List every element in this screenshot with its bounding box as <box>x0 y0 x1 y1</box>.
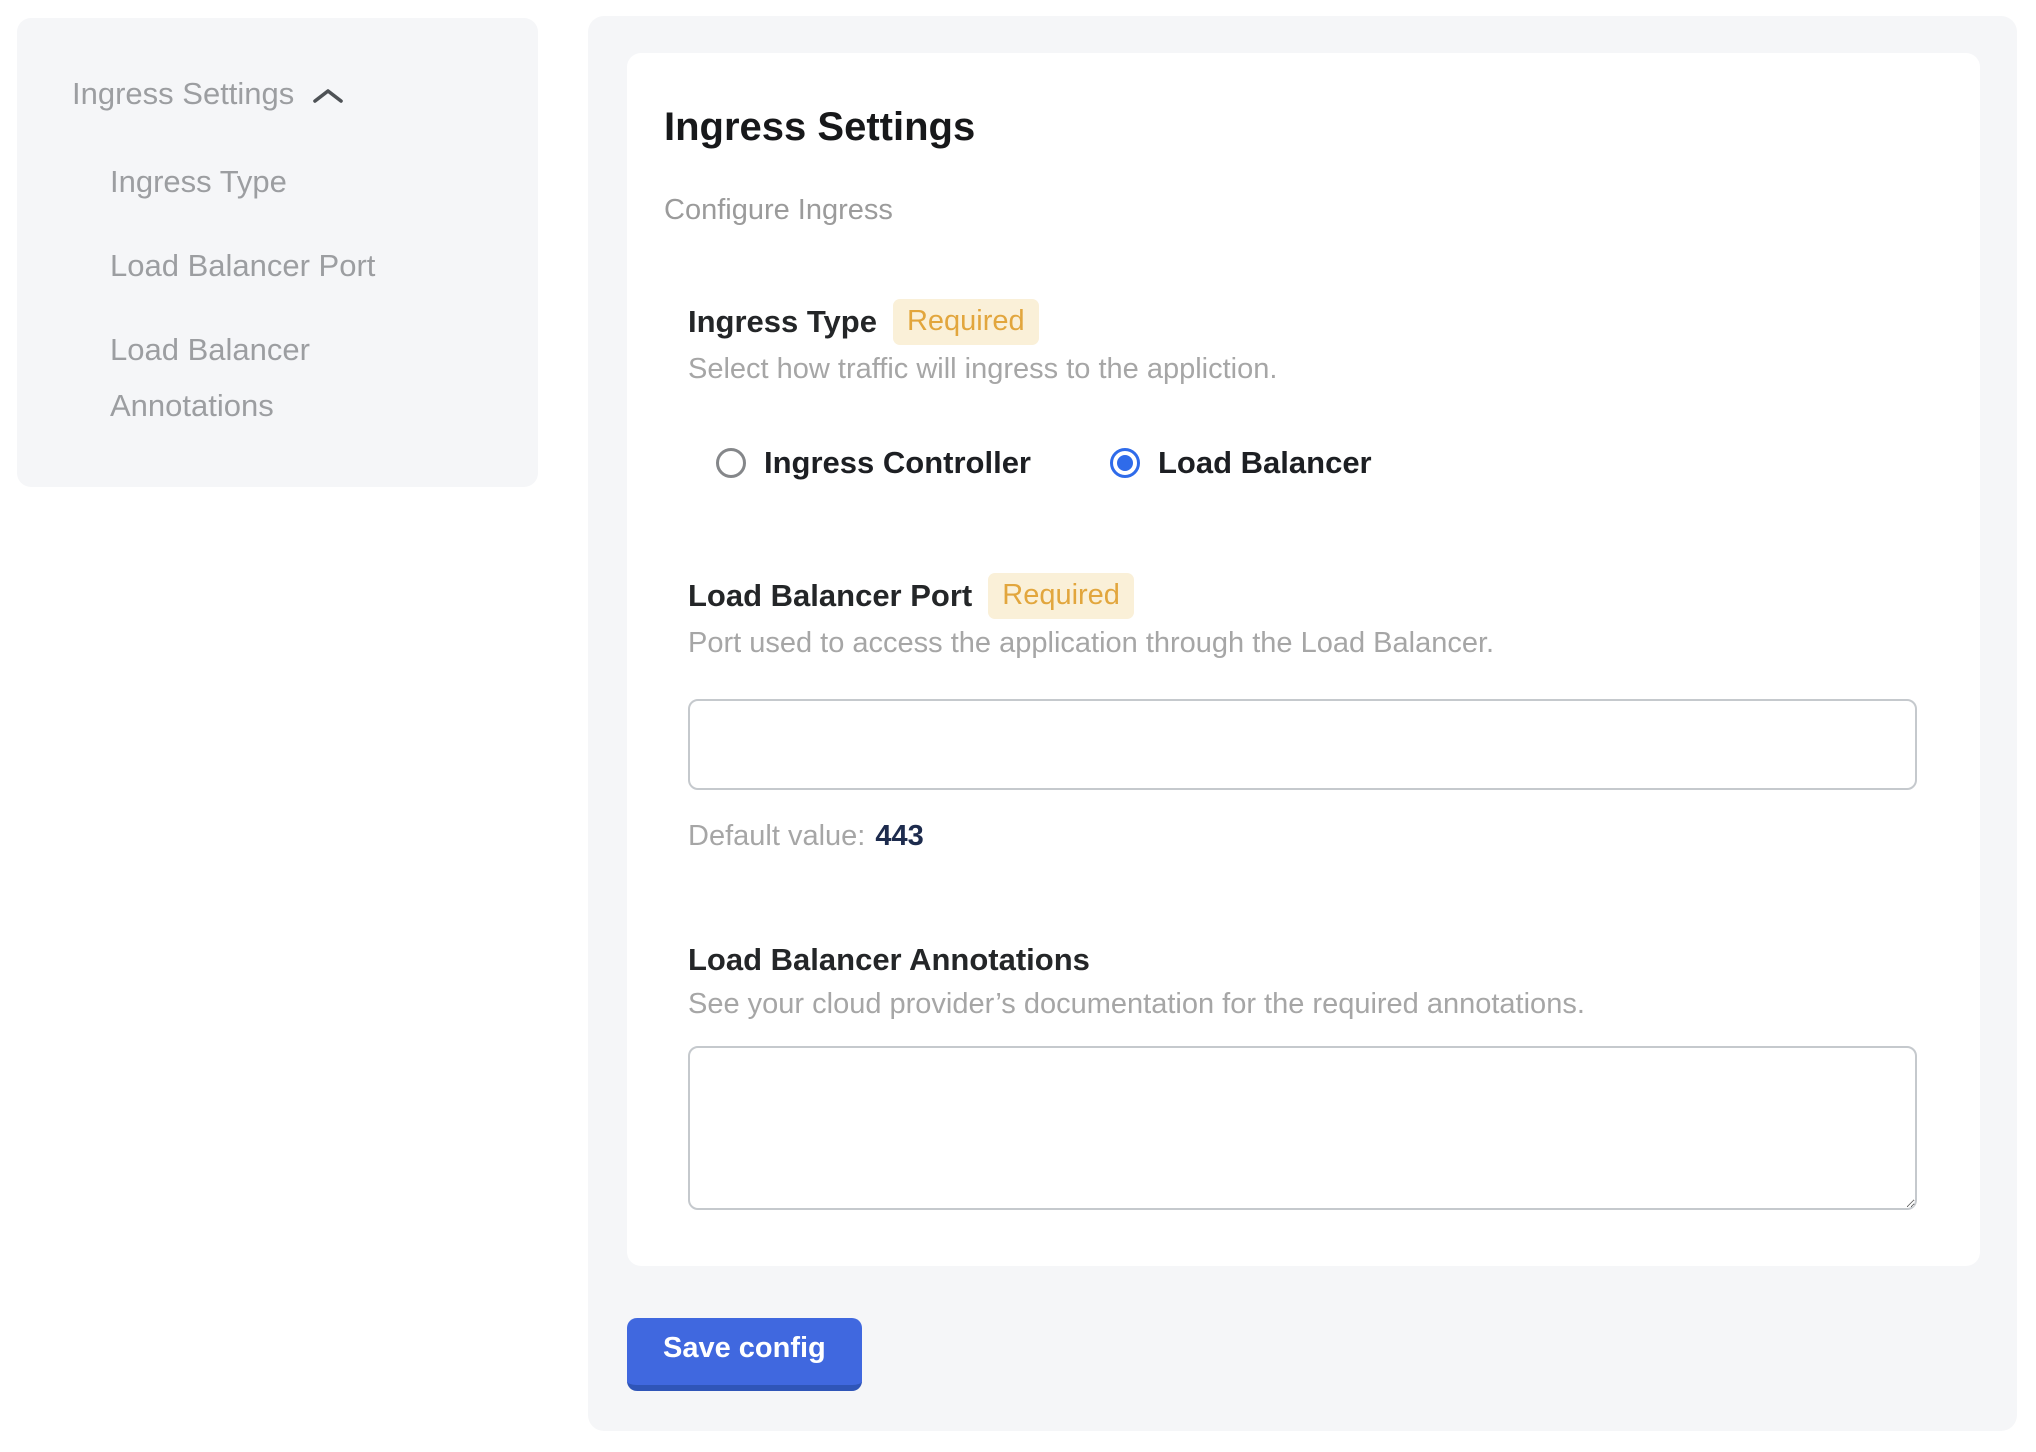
sidebar-item-list: Ingress Type Load Balancer Port Load Bal… <box>110 154 508 434</box>
page-title: Ingress Settings <box>664 105 1920 149</box>
radio-option-ingress-controller[interactable]: Ingress Controller <box>716 445 1031 481</box>
radio-label-ingress-controller: Ingress Controller <box>764 445 1031 481</box>
lb-port-label: Load Balancer Port <box>688 576 972 616</box>
section-ingress-type: Ingress Type Required Select how traffic… <box>688 299 1920 481</box>
radio-selected-icon <box>1110 448 1140 478</box>
radio-unselected-icon <box>716 448 746 478</box>
sidebar-group-ingress-settings[interactable]: Ingress Settings <box>72 74 508 114</box>
sidebar-item-ingress-type[interactable]: Ingress Type <box>110 154 440 210</box>
form-body: Ingress Type Required Select how traffic… <box>688 299 1920 1210</box>
required-badge: Required <box>988 573 1134 619</box>
section-load-balancer-port: Load Balancer Port Required Port used to… <box>688 573 1920 854</box>
sidebar-group-label: Ingress Settings <box>72 74 294 114</box>
sidebar-item-load-balancer-annotations[interactable]: Load Balancer Annotations <box>110 322 440 434</box>
ingress-type-description: Select how traffic will ingress to the a… <box>688 351 1920 387</box>
required-badge: Required <box>893 299 1039 345</box>
ingress-settings-panel: Ingress Settings Configure Ingress Ingre… <box>588 16 2017 1431</box>
default-value-label: Default value: <box>688 820 865 852</box>
lb-port-description: Port used to access the application thro… <box>688 625 1920 661</box>
settings-nav-sidebar: Ingress Settings Ingress Type Load Balan… <box>17 18 538 487</box>
chevron-up-icon <box>312 87 344 105</box>
radio-option-load-balancer[interactable]: Load Balancer <box>1110 445 1372 481</box>
ingress-type-label: Ingress Type <box>688 302 877 342</box>
radio-label-load-balancer: Load Balancer <box>1158 445 1372 481</box>
lb-annotations-label-row: Load Balancer Annotations <box>688 940 1920 980</box>
lb-annotations-textarea[interactable] <box>688 1046 1917 1210</box>
lb-annotations-description: See your cloud provider’s documentation … <box>688 986 1920 1022</box>
lb-port-default-line: Default value: 443 <box>688 818 1920 854</box>
sidebar-item-load-balancer-port[interactable]: Load Balancer Port <box>110 238 440 294</box>
lb-annotations-label: Load Balancer Annotations <box>688 940 1090 980</box>
ingress-type-label-row: Ingress Type Required <box>688 299 1920 345</box>
default-value: 443 <box>875 820 923 852</box>
lb-port-label-row: Load Balancer Port Required <box>688 573 1920 619</box>
save-config-button[interactable]: Save config <box>627 1318 862 1391</box>
ingress-type-radio-group: Ingress Controller Load Balancer <box>716 445 1920 481</box>
page-subtitle: Configure Ingress <box>664 193 1920 227</box>
section-load-balancer-annotations: Load Balancer Annotations See your cloud… <box>688 940 1920 1210</box>
lb-port-input[interactable] <box>688 699 1917 790</box>
ingress-settings-card: Ingress Settings Configure Ingress Ingre… <box>627 53 1980 1266</box>
